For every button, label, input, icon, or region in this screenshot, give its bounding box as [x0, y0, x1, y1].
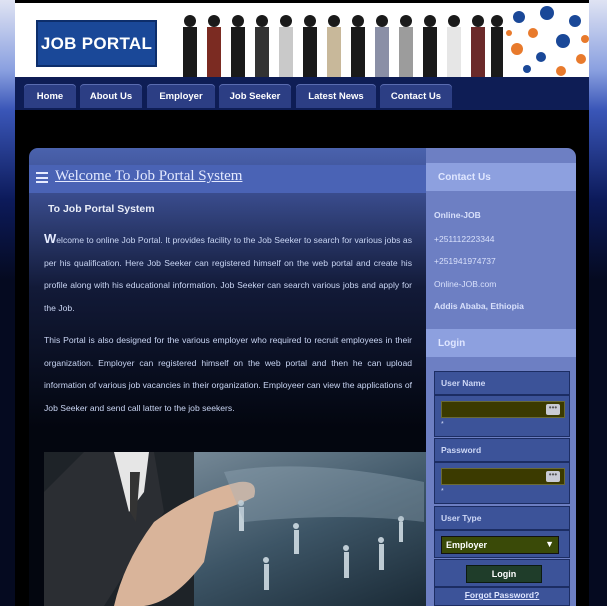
intro-text: elcome to online Job Portal. It provides… — [44, 235, 412, 313]
nav-latest-news[interactable]: Latest News — [296, 84, 376, 108]
drop-cap: W — [44, 231, 57, 246]
usertype-label-row: User Type — [434, 506, 570, 530]
business-hand-image — [44, 452, 426, 606]
contact-phone-2: +251941974737 — [434, 256, 496, 266]
decorative-dots — [506, 6, 589, 76]
password-input[interactable]: ••• — [441, 468, 565, 485]
nav-about-us[interactable]: About Us — [80, 84, 142, 108]
required-marker: * — [441, 488, 444, 495]
employer-paragraph: This Portal is also designed for the var… — [44, 335, 412, 413]
password-label: Password — [441, 445, 482, 455]
usertype-select[interactable]: Employer ▼ — [441, 536, 559, 554]
contact-heading: Contact Us — [426, 163, 576, 191]
chevron-down-icon: ▼ — [545, 539, 554, 549]
usertype-value: Employer — [446, 540, 488, 550]
nav-employer[interactable]: Employer — [147, 84, 215, 108]
contact-address: Addis Ababa, Ethiopia — [434, 301, 524, 311]
site-header: JOB PORTAL — [15, 3, 589, 77]
intro-paragraph: Welcome to online Job Portal. It provide… — [44, 228, 412, 319]
password-label-row: Password — [434, 438, 570, 462]
required-marker: * — [441, 421, 444, 428]
nav-home[interactable]: Home — [24, 84, 76, 108]
contact-name: Online-JOB — [434, 210, 481, 220]
menu-icon[interactable] — [36, 172, 48, 183]
login-button[interactable]: Login — [466, 565, 542, 583]
nav-contact-us[interactable]: Contact Us — [380, 84, 452, 108]
nav-job-seeker[interactable]: Job Seeker — [219, 84, 291, 108]
section-subtitle: To Job Portal System — [48, 203, 155, 215]
site-logo[interactable]: JOB PORTAL — [36, 20, 157, 67]
username-label-row: User Name — [434, 371, 570, 395]
field-menu-icon[interactable]: ••• — [546, 471, 560, 482]
forgot-password-link[interactable]: Forgot Password? — [434, 590, 570, 600]
contact-phone-1: +251112223344 — [434, 234, 495, 244]
usertype-label: User Type — [441, 513, 482, 523]
header-people-banner — [183, 15, 503, 77]
username-label: User Name — [441, 378, 486, 388]
field-menu-icon[interactable]: ••• — [546, 404, 560, 415]
contact-website[interactable]: Online-JOB.com — [434, 279, 496, 289]
username-input[interactable]: ••• — [441, 401, 565, 418]
page-title[interactable]: Welcome To Job Portal System — [55, 168, 242, 185]
login-heading: Login — [426, 329, 576, 357]
